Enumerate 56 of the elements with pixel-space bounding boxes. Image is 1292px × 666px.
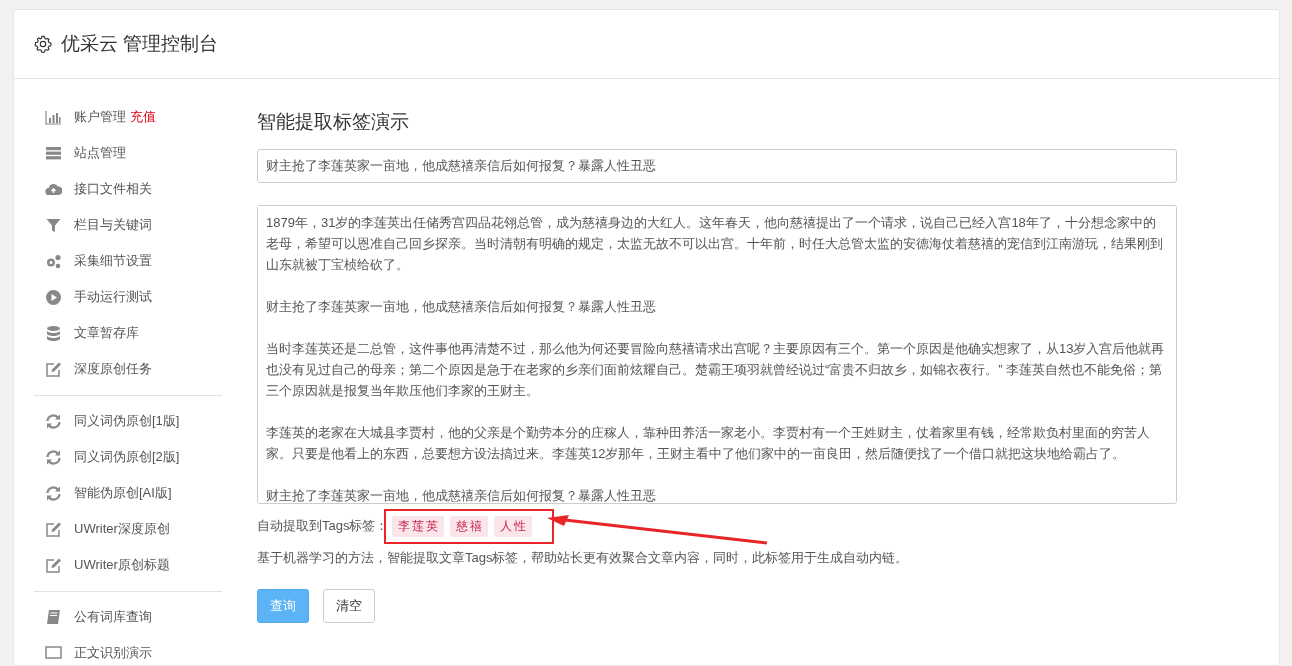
sidebar-item[interactable]: 站点管理	[34, 135, 222, 171]
sidebar-label[interactable]: 账户管理	[74, 108, 126, 126]
refresh-icon	[45, 448, 62, 466]
sidebar-label[interactable]: 深度原创任务	[74, 360, 152, 378]
sidebar-item[interactable]: 账户管理 充值	[34, 99, 222, 135]
sidebar-label[interactable]: 文章暂存库	[74, 324, 139, 342]
content-field[interactable]: 1879年，31岁的李莲英出任储秀宫四品花翎总管，成为慈禧身边的大红人。这年春天，他向慈禧提出了一个请求，说自己已经入宫18年了，十分想念家中的老母，希望可以恩准自己回乡探亲。当时清朝有明确的规定，太监无故不可以出宫。十年前，时任大总管太监的安德海仗着慈禧的宠信到江南游玩，结果刚到山东就被丁宝桢给砍了。 财主抢了李莲英家一亩地，他成慈禧亲信后如何报复？暴露人性丑恶 当时李莲英还是二总管，这件事他再清楚不过，那么他为何还要冒险向慈禧请求出宫呢？主要原因有三个。第一个原因是他确实想家了，从13岁入宫后他就再也没有见过自己的母亲；第二个原因是急于在老家的乡亲们面前炫耀自己。楚霸王项羽就曾经说过“富贵不归故乡，如锦衣夜行。” 李莲英自然也不能免俗；第三个原因就是报复当年欺压他们李家的王财主。 李莲英的老家在大城县李贾村，他的父亲是个勤劳本分的庄稼人，靠种田养活一家老小。李贾村有一个王姓财主，仗着家里有钱，经常欺负村里面的穷苦人家。只要是他看上的东西，总要想方设法搞过来。李莲英12岁那年，王财主看中了他们家中的一亩良田，然后随便找了一个借口就把这块地给霸占了。 财主抢了李莲英家一亩地，他成慈禧亲信后如何报复？暴露人性丑恶	[257, 205, 1177, 504]
gears-icon	[45, 252, 62, 270]
sidebar-item[interactable]: 栏目与关键词	[34, 207, 222, 243]
sidebar-label[interactable]: 采集细节设置	[74, 252, 152, 270]
console-title: 优采云 管理控制台	[61, 32, 219, 56]
sidebar-label[interactable]: 正文识别演示	[74, 644, 152, 662]
sidebar-item[interactable]: 手动运行测试	[34, 279, 222, 315]
sidebar-label[interactable]: 同义词伪原创[2版]	[74, 448, 180, 466]
sidebar-label[interactable]: 同义词伪原创[1版]	[74, 412, 180, 430]
title-field[interactable]: 财主抢了李莲英家一亩地，他成慈禧亲信后如何报复？暴露人性丑恶	[257, 149, 1177, 183]
sidebar-label[interactable]: UWriter深度原创	[74, 520, 170, 538]
server-icon	[45, 144, 62, 162]
sidebar-item[interactable]: 文章暂存库	[34, 315, 222, 351]
play-icon	[45, 288, 62, 306]
edit-icon	[45, 360, 62, 378]
clear-button[interactable]: 清空	[323, 589, 375, 623]
sidebar-label[interactable]: 接口文件相关	[74, 180, 152, 198]
tag: 慈禧	[450, 515, 489, 537]
sidebar-item[interactable]: 同义词伪原创[1版]	[34, 403, 222, 439]
sidebar-item[interactable]: 接口文件相关	[34, 171, 222, 207]
settings-icon	[34, 35, 52, 53]
tags-label: 自动提取到Tags标签：	[257, 517, 389, 535]
tag: 人性	[494, 515, 533, 537]
recharge-link[interactable]: 充值	[130, 108, 156, 126]
chart-icon	[45, 108, 62, 126]
tag: 李莲英	[392, 515, 445, 537]
edit-icon	[45, 556, 62, 574]
sidebar-label[interactable]: UWriter原创标题	[74, 556, 170, 574]
sidebar-item[interactable]: UWriter深度原创	[34, 511, 222, 547]
edit-icon	[45, 520, 62, 538]
monitor-icon	[45, 644, 62, 662]
sidebar-item[interactable]: 正文识别演示	[34, 635, 222, 665]
database-icon	[45, 324, 62, 342]
sidebar-label[interactable]: 手动运行测试	[74, 288, 152, 306]
sidebar-item[interactable]: 同义词伪原创[2版]	[34, 439, 222, 475]
sidebar-label[interactable]: 智能伪原创[AI版]	[74, 484, 172, 502]
refresh-icon	[45, 484, 62, 502]
sidebar-label[interactable]: 栏目与关键词	[74, 216, 152, 234]
sidebar-item[interactable]: 智能伪原创[AI版]	[34, 475, 222, 511]
sidebar-item[interactable]: 采集细节设置	[34, 243, 222, 279]
description-text: 基于机器学习的方法，智能提取文章Tags标签，帮助站长更有效聚合文章内容，同时，此标签用于生成自动内链。	[257, 549, 910, 567]
section-title: 智能提取标签演示	[257, 110, 410, 134]
refresh-icon	[45, 412, 62, 430]
sidebar-item[interactable]: 公有词库查询	[34, 599, 222, 635]
sidebar-item[interactable]: 深度原创任务	[34, 351, 222, 387]
book-icon	[45, 608, 62, 626]
sidebar-item[interactable]: UWriter原创标题	[34, 547, 222, 583]
sidebar-label[interactable]: 站点管理	[74, 144, 126, 162]
filter-icon	[45, 216, 62, 234]
sidebar-label[interactable]: 公有词库查询	[74, 608, 152, 626]
